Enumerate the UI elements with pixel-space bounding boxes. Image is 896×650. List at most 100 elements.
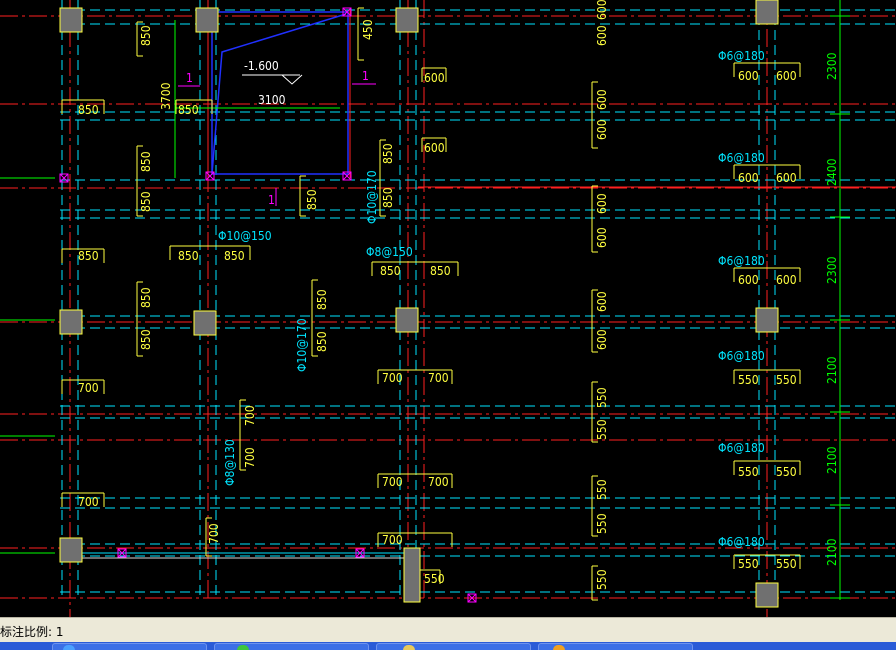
dimension-text: Φ6@180 [718, 535, 765, 549]
dimension-text: 700 [382, 533, 403, 547]
rebar-lines-layer [60, 0, 896, 600]
dimension-text: 850 [78, 249, 99, 263]
grid-dimension-layer [0, 0, 896, 600]
dimension-text: 850 [78, 103, 99, 117]
dimension-text: Φ8@130 [223, 439, 237, 486]
dimension-text: 3100 [258, 93, 286, 107]
grid-spacing-text: 2300 [825, 256, 839, 284]
dimension-text: 850 [139, 329, 153, 350]
dimension-text: 850 [430, 264, 451, 278]
dimension-text: 700 [382, 371, 403, 385]
dimension-text: 600 [424, 141, 445, 155]
dimension-text: 600 [595, 119, 609, 140]
dimension-text: 850 [139, 25, 153, 46]
column [59, 537, 83, 563]
column [755, 0, 779, 25]
column [59, 309, 83, 335]
dimension-text: 850 [381, 143, 395, 164]
dimension-text: 600 [595, 0, 609, 20]
dimension-text: 550 [595, 479, 609, 500]
dimension-text: 550 [776, 373, 797, 387]
dimension-text: 550 [595, 387, 609, 408]
dimension-text: 850 [224, 249, 245, 263]
column [755, 582, 779, 608]
dimension-text: 550 [738, 557, 759, 571]
taskbar-button-3[interactable] [376, 643, 531, 650]
level-text: -1.600 [244, 59, 279, 73]
dimension-text: 700 [428, 475, 449, 489]
dimension-text: 700 [78, 381, 99, 395]
dimension-text: 850 [315, 331, 329, 352]
column [59, 7, 83, 33]
dimension-text: 550 [738, 465, 759, 479]
app-icon-green [237, 645, 249, 650]
taskbar-button-2[interactable] [214, 643, 369, 650]
dimension-text: Φ8@150 [366, 245, 413, 259]
taskbar[interactable] [0, 642, 896, 650]
dimension-text: Φ6@180 [718, 254, 765, 268]
dimension-text: 850 [315, 289, 329, 310]
grid-spacing-text: 2100 [825, 446, 839, 474]
dimension-text: 600 [738, 273, 759, 287]
dimension-text: 600 [776, 171, 797, 185]
column [395, 307, 419, 333]
dimension-text: 600 [595, 89, 609, 110]
dimension-text: Φ10@150 [218, 229, 272, 243]
column [395, 7, 419, 33]
dimension-text: 700 [78, 495, 99, 509]
grid-spacing-text: 2100 [825, 538, 839, 566]
grid-spacing-text: 2300 [825, 52, 839, 80]
grid-spacing-text: 2100 [825, 356, 839, 384]
dimension-text: 3700 [159, 82, 173, 110]
dimension-text: 550 [776, 557, 797, 571]
column [195, 7, 219, 33]
taskbar-button-4[interactable] [538, 643, 693, 650]
dimension-text: Φ6@180 [718, 349, 765, 363]
dimension-text: Φ10@170 [365, 170, 379, 224]
start-orb-icon [63, 645, 75, 650]
status-bar: 标注比例: 1 [0, 617, 896, 642]
dimension-text: 600 [595, 193, 609, 214]
dimension-text: 600 [776, 69, 797, 83]
dimension-text: 850 [381, 187, 395, 208]
dimension-text: 850 [178, 249, 199, 263]
annotation-layer: 850 850 850 3700 3100 -1.600 450 1 1 1 600 600 850 85… [78, 0, 839, 590]
dimension-text: 550 [595, 569, 609, 590]
dimension-text: 550 [595, 513, 609, 534]
dimension-text: Φ6@180 [718, 49, 765, 63]
column [403, 547, 421, 603]
dimension-text: 850 [139, 287, 153, 308]
grid-spacing-text: 2400 [825, 158, 839, 186]
column [193, 310, 217, 336]
dimension-text: 600 [595, 329, 609, 350]
dimension-text: 700 [382, 475, 403, 489]
dimension-text: 850 [380, 264, 401, 278]
dimension-text: 700 [207, 523, 221, 544]
dimension-text: 850 [305, 189, 319, 210]
dimension-text: 850 [178, 103, 199, 117]
dimension-text: 600 [776, 273, 797, 287]
dimension-text: 600 [738, 171, 759, 185]
section-mark-text: 1 [186, 71, 193, 85]
browser-icon [553, 645, 565, 650]
dimension-text: 850 [139, 151, 153, 172]
dimension-text: 600 [595, 291, 609, 312]
dimension-text: 600 [595, 25, 609, 46]
dimension-text: 550 [595, 419, 609, 440]
column [755, 307, 779, 333]
dimension-text: Φ10@170 [295, 318, 309, 372]
dimension-text: 550 [738, 373, 759, 387]
dimension-text: 550 [776, 465, 797, 479]
dimension-text: 850 [139, 191, 153, 212]
section-mark-text: 1 [268, 193, 275, 207]
dimension-text: Φ6@180 [718, 441, 765, 455]
cad-drawing-canvas[interactable]: 850 850 850 3700 3100 -1.600 450 1 1 1 600 600 850 85… [0, 0, 896, 617]
folder-icon [403, 645, 415, 650]
dimension-text: 550 [424, 572, 445, 586]
dimension-text: 700 [428, 371, 449, 385]
dimension-text: 700 [243, 405, 257, 426]
dimension-text: 450 [361, 19, 375, 40]
taskbar-button-1[interactable] [52, 643, 207, 650]
dimension-text: 700 [243, 447, 257, 468]
dimension-text: Φ6@180 [718, 151, 765, 165]
